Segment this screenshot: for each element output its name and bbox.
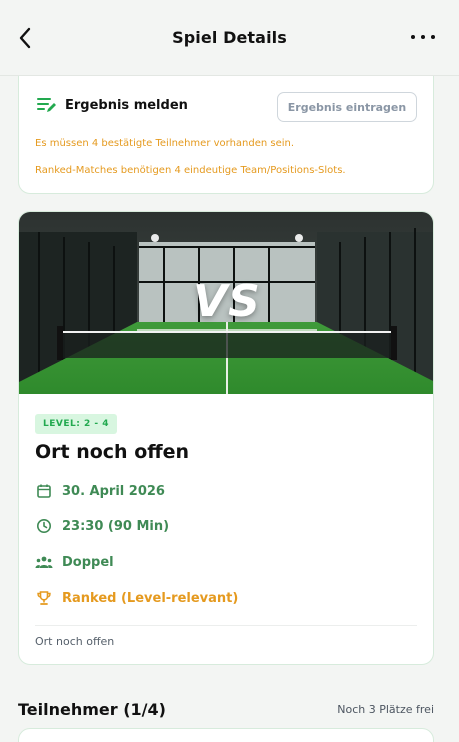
- result-report-header: Ergebnis melden: [37, 96, 188, 114]
- page-title: Spiel Details: [172, 28, 287, 47]
- match-type: Doppel: [62, 554, 114, 570]
- padel-court-image: VS: [19, 212, 433, 394]
- result-report-card: Ergebnis melden Ergebnis eintragen Es mü…: [18, 76, 434, 194]
- participants-card: [18, 728, 434, 742]
- trophy-icon: [35, 589, 53, 607]
- venue-title: Ort noch offen: [35, 441, 190, 463]
- ranked-row: Ranked (Level-relevant): [35, 589, 238, 607]
- top-bar: Spiel Details: [0, 0, 459, 76]
- users-icon: [35, 553, 53, 571]
- warning-ranked-slots: Ranked-Matches benötigen 4 eindeutige Te…: [35, 165, 346, 176]
- ranked-label: Ranked (Level-relevant): [62, 590, 239, 606]
- edit-list-icon: [37, 98, 56, 112]
- match-time-row: 23:30 (90 Min): [35, 517, 169, 535]
- level-badge: LEVEL: 2 - 4: [35, 414, 117, 434]
- free-spots-label: Noch 3 Plätze frei: [337, 703, 434, 716]
- match-time: 23:30 (90 Min): [62, 518, 170, 534]
- enter-result-button[interactable]: Ergebnis eintragen: [277, 92, 417, 122]
- more-horizontal-icon: [411, 35, 415, 39]
- calendar-icon: [35, 482, 53, 500]
- match-date: 30. April 2026: [62, 483, 165, 499]
- venue-note: Ort noch offen: [35, 635, 115, 648]
- match-type-row: Doppel: [35, 553, 114, 571]
- warning-participants: Es müssen 4 bestätigte Teilnehmer vorhan…: [35, 138, 295, 149]
- divider: [35, 625, 417, 626]
- match-details-card: VS LEVEL: 2 - 4 Ort noch offen 30. April…: [18, 211, 434, 665]
- result-report-title: Ergebnis melden: [65, 97, 188, 113]
- versus-label: VS: [193, 276, 261, 327]
- clock-icon: [35, 517, 53, 535]
- match-date-row: 30. April 2026: [35, 482, 165, 500]
- more-options-button[interactable]: [411, 30, 435, 44]
- participants-title: Teilnehmer (1/4): [18, 700, 166, 719]
